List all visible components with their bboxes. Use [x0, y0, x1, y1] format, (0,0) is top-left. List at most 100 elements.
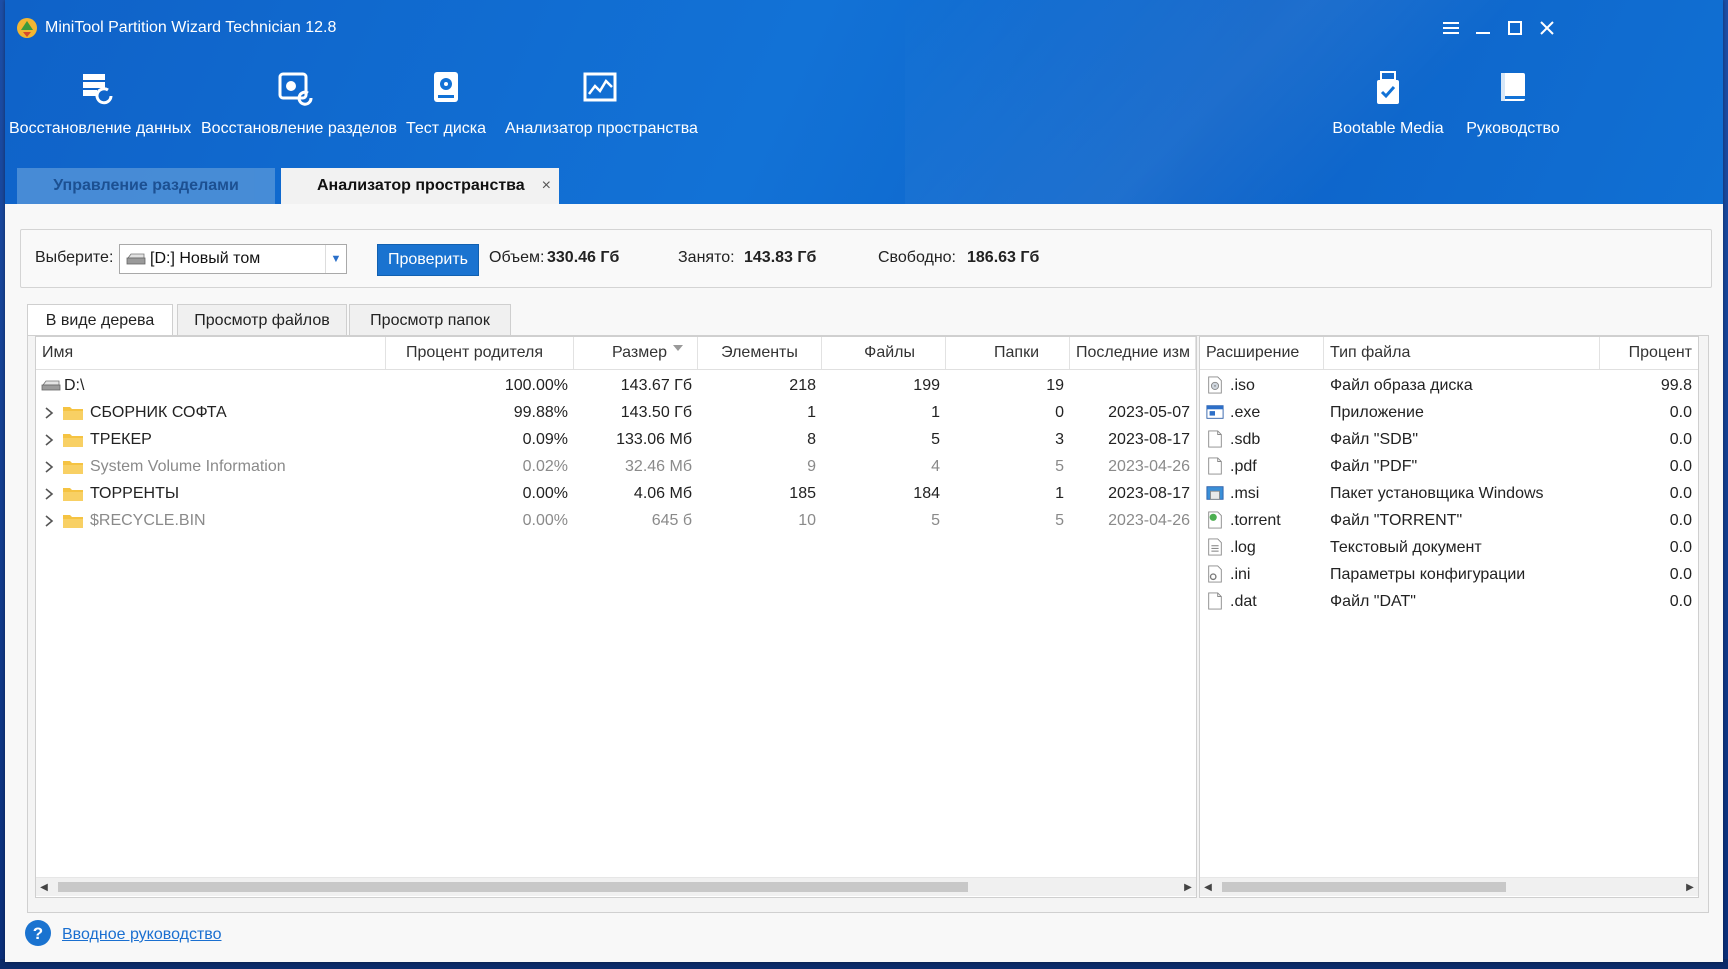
help-icon[interactable]: ? [23, 918, 53, 948]
tab-tree-view[interactable]: В виде дерева [27, 304, 173, 338]
chevron-right-icon[interactable] [44, 488, 54, 500]
extension-row[interactable]: .ini Параметры конфигурации 0.0 [1200, 560, 1698, 590]
toolbar-space-analyzer[interactable]: Анализатор пространства [505, 62, 698, 152]
intro-guide-link[interactable]: Вводное руководство [62, 926, 222, 944]
extension-cell-percent: 0.0 [1669, 404, 1692, 421]
scroll-thumb[interactable] [58, 882, 968, 892]
header-ribbon: MiniTool Partition Wizard Technician 12.… [5, 0, 1723, 204]
tree-row[interactable]: ТОРРЕНТЫ 0.00% 4.06 Мб 185 184 1 2023-08-17 [36, 479, 1196, 509]
extension-cell-percent: 0.0 [1669, 539, 1692, 556]
minimize-icon[interactable] [1469, 14, 1497, 42]
tree-cell-percent: 0.00% [522, 485, 568, 502]
tree-cell-items: 1 [807, 404, 816, 421]
toolbar-label: Восстановление данных [9, 120, 192, 137]
tree-cell-modified: 2023-08-17 [1108, 485, 1190, 502]
tab-file-view[interactable]: Просмотр файлов [177, 304, 347, 337]
col-modified[interactable]: Последние изм [1070, 337, 1196, 369]
extension-cell-ext: .ini [1230, 566, 1251, 583]
extension-row[interactable]: .exe Приложение 0.0 [1200, 398, 1698, 428]
toolbar-partition-recovery[interactable]: Восстановление разделов [201, 62, 397, 152]
extension-table[interactable]: Расширение Тип файла Процент .iso Файл об… [1199, 336, 1699, 898]
folder-icon [63, 407, 83, 420]
scroll-right-icon[interactable]: ▶ [1682, 878, 1698, 896]
col-size[interactable]: Размер [574, 337, 698, 369]
blank-file-icon [1208, 592, 1222, 610]
used-value: 143.83 Гб [744, 249, 817, 266]
tab-folder-view[interactable]: Просмотр папок [349, 304, 511, 337]
tree-row[interactable]: System Volume Information 0.02% 32.46 Мб 9 4… [36, 452, 1196, 482]
col-items[interactable]: Элементы [698, 337, 822, 369]
chevron-right-icon[interactable] [44, 461, 54, 473]
scroll-left-icon[interactable]: ◀ [1200, 878, 1216, 896]
extension-cell-type: Файл "SDB" [1330, 431, 1419, 448]
extension-horizontal-scrollbar[interactable]: ◀ ▶ [1200, 877, 1698, 896]
scroll-left-icon[interactable]: ◀ [36, 878, 52, 896]
toolbar-data-recovery[interactable]: Восстановление данных [9, 62, 192, 152]
drive-selector-bar: Выберите: [D:] Новый том ▼ Проверить Объ… [20, 229, 1712, 288]
col-name[interactable]: Имя [36, 337, 386, 369]
extension-row[interactable]: .pdf Файл "PDF" 0.0 [1200, 452, 1698, 482]
extension-cell-type: Файл "DAT" [1330, 593, 1416, 610]
extension-cell-ext: .exe [1230, 404, 1261, 421]
tree-cell-modified: 2023-05-07 [1108, 404, 1190, 421]
extension-cell-ext: .dat [1230, 593, 1257, 610]
col-extension[interactable]: Расширение [1200, 337, 1324, 369]
chevron-right-icon[interactable] [44, 515, 54, 527]
chevron-down-icon[interactable]: ▼ [325, 245, 346, 273]
drive-icon [41, 380, 61, 391]
tree-cell-size: 143.50 Гб [620, 404, 692, 421]
col-folders[interactable]: Папки [946, 337, 1070, 369]
extension-row[interactable]: .dat Файл "DAT" 0.0 [1200, 587, 1698, 617]
tree-row[interactable]: ТРЕКЕР 0.09% 133.06 Мб 8 5 3 2023-08-17 [36, 425, 1196, 455]
drive-dropdown[interactable]: [D:] Новый том ▼ [119, 244, 347, 274]
tree-row[interactable]: D:\ 100.00% 143.67 Гб 218 199 19 [36, 371, 1196, 401]
extension-row[interactable]: .sdb Файл "SDB" 0.0 [1200, 425, 1698, 455]
col-file-type[interactable]: Тип файла [1324, 337, 1600, 369]
tree-horizontal-scrollbar[interactable]: ◀ ▶ [36, 877, 1196, 896]
tree-cell-name: System Volume Information [90, 458, 286, 475]
tab-partition-management[interactable]: Управление разделами [17, 168, 275, 204]
close-icon[interactable] [1533, 14, 1561, 42]
menu-icon[interactable] [1437, 14, 1465, 42]
chevron-right-icon[interactable] [44, 434, 54, 446]
col-percent[interactable]: Процент [1600, 337, 1698, 369]
toolbar-bootable-media[interactable]: Bootable Media [1325, 62, 1451, 152]
blank-file-icon [1208, 457, 1222, 475]
bootable-media-icon [1377, 71, 1399, 104]
disk-benchmark-icon [434, 72, 458, 102]
tree-cell-folders: 3 [1055, 431, 1064, 448]
extension-row[interactable]: .torrent Файл "TORRENT" 0.0 [1200, 506, 1698, 536]
extension-row[interactable]: .log Текстовый документ 0.0 [1200, 533, 1698, 563]
tree-row[interactable]: СБОРНИК СОФТА 99.88% 143.50 Гб 1 1 0 2023-05-0… [36, 398, 1196, 428]
col-parent-percent[interactable]: Процент родителя [386, 337, 574, 369]
extension-cell-ext: .iso [1230, 377, 1255, 394]
toolbar-label: Анализатор пространства [505, 120, 698, 137]
tree-cell-name: $RECYCLE.BIN [90, 512, 206, 529]
tree-cell-folders: 0 [1055, 404, 1064, 421]
tree-cell-percent: 0.02% [522, 458, 568, 475]
tree-table[interactable]: Имя Процент родителя Размер Элементы Фай… [35, 336, 1197, 898]
tree-cell-size: 143.67 Гб [620, 377, 692, 394]
col-files[interactable]: Файлы [822, 337, 946, 369]
scroll-right-icon[interactable]: ▶ [1180, 878, 1196, 896]
tree-cell-items: 8 [807, 431, 816, 448]
tree-cell-files: 199 [913, 377, 940, 394]
maximize-icon[interactable] [1501, 14, 1529, 42]
chevron-right-icon[interactable] [44, 407, 54, 419]
scan-button[interactable]: Проверить [377, 244, 479, 276]
title-bar: MiniTool Partition Wizard Technician 12.… [5, 0, 1723, 56]
tree-row[interactable]: $RECYCLE.BIN 0.00% 645 б 10 5 5 2023-04-26 [36, 506, 1196, 536]
toolbar-manual[interactable]: Руководство [1463, 62, 1563, 152]
data-recovery-icon [83, 74, 113, 105]
toolbar-disk-benchmark[interactable]: Тест диска [405, 62, 487, 152]
tab-space-analyzer[interactable]: Анализатор пространства × [281, 168, 559, 204]
extension-row[interactable]: .msi Пакет установщика Windows 0.0 [1200, 479, 1698, 509]
tree-cell-name: ТОРРЕНТЫ [90, 485, 180, 502]
scroll-thumb[interactable] [1222, 882, 1506, 892]
extension-cell-percent: 0.0 [1669, 593, 1692, 610]
tree-cell-files: 4 [931, 458, 940, 475]
tab-close-icon[interactable]: × [542, 168, 551, 204]
extension-row[interactable]: .iso Файл образа диска 99.8 [1200, 371, 1698, 401]
tree-cell-modified: 2023-08-17 [1108, 431, 1190, 448]
total-value: 330.46 Гб [547, 249, 620, 266]
